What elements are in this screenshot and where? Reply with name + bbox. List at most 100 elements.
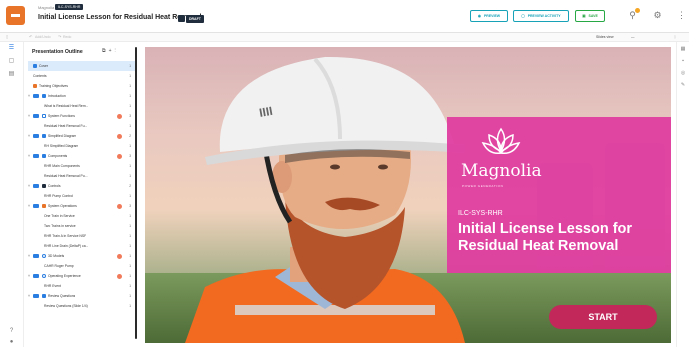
outline-title: Presentation Outline <box>32 49 83 55</box>
warning-badge <box>117 203 122 209</box>
worker-photo-illustration: IIII <box>185 56 465 343</box>
app-logo-icon[interactable] <box>6 6 25 25</box>
flag-icon <box>42 94 46 98</box>
folder-icon <box>33 134 39 138</box>
folder-icon <box>33 94 39 98</box>
warning-badge <box>117 113 122 119</box>
warning-badge <box>117 273 122 279</box>
outline-icon[interactable]: ☰ <box>8 45 15 52</box>
list-item[interactable]: Training Objectives 1 <box>28 81 135 91</box>
chevron-down-icon[interactable]: ˅ <box>28 204 32 208</box>
grid-icon[interactable]: ▦ <box>680 46 686 52</box>
page-title: Initial License Lesson for Residual Heat… <box>38 14 202 21</box>
collapse-icon[interactable]: ▯ <box>6 34 8 39</box>
operations-icon <box>42 204 46 208</box>
list-item[interactable]: Two Trains in service 1 <box>28 221 135 231</box>
chevron-down-icon[interactable]: ˅ <box>28 94 32 98</box>
list-item[interactable]: RHR Line Drain (DeltaP) ca... 1 <box>28 241 135 251</box>
list-item[interactable]: ˅ System Operations 3 <box>28 201 135 211</box>
lotus-logo-icon <box>481 127 521 155</box>
undo-label[interactable]: Add/Undo <box>35 35 51 39</box>
chevron-down-icon[interactable]: ˅ <box>28 114 32 118</box>
folder-icon <box>33 254 39 258</box>
help-icon[interactable]: ? <box>8 328 15 335</box>
breadcrumb-tag: ILC-SYS-RHR <box>55 4 84 10</box>
preview-activity-button[interactable]: ▢ PREVIEW ACTIVITY <box>513 10 569 22</box>
list-item[interactable]: RHR Event 1 <box>28 281 135 291</box>
list-item[interactable]: Residual Heat Removal Pu... 1 <box>28 171 135 181</box>
redo-label[interactable]: Redo <box>63 35 71 39</box>
list-item[interactable]: RHR Pump Control 1 <box>28 191 135 201</box>
preview-button[interactable]: ◉ PREVIEW <box>470 10 508 22</box>
folder-icon <box>33 184 39 188</box>
document-icon: ▢ <box>521 14 525 18</box>
list-item[interactable]: ˅ 3D Models 1 <box>28 251 135 261</box>
layers-icon[interactable]: ◎ <box>680 70 686 76</box>
title-card: Magnolia POWER GENERATION ILC-SYS-RHR In… <box>447 117 671 273</box>
list-item[interactable]: RHR Train A in Service NSF 1 <box>28 231 135 241</box>
list-item[interactable]: What is Residual Heat Rem... 1 <box>28 101 135 111</box>
settings-icon[interactable]: ⚙ <box>652 10 663 21</box>
chevron-down-icon[interactable]: ˅ <box>28 154 32 158</box>
folder-icon <box>33 294 39 298</box>
preview-activity-label: PREVIEW ACTIVITY <box>527 14 561 18</box>
list-item[interactable]: ˅ Components 3 <box>28 151 135 161</box>
list-item[interactable]: ˅ Operating Experience 1 <box>28 271 135 281</box>
preview-label: PREVIEW <box>483 14 501 18</box>
folder-icon <box>33 154 39 158</box>
save-button[interactable]: ▣ SAVE <box>575 10 605 22</box>
folder-icon <box>33 204 39 208</box>
save-icon: ▣ <box>582 14 586 18</box>
brand-tagline: POWER GENERATION <box>462 184 504 188</box>
list-item[interactable]: ˅ Introduction 1 <box>28 91 135 101</box>
list-item[interactable]: ˅ Review Questions 1 <box>28 291 135 301</box>
slide-canvas[interactable]: IIII Magnolia POWER GENERATION ILC-SYS-R… <box>145 47 671 343</box>
list-item[interactable]: RH Simplified Diagram 1 <box>28 141 135 151</box>
list-item[interactable]: CAHR Ruger Pump 1 <box>28 261 135 271</box>
lesson-title: Initial License Lesson for Residual Heat… <box>458 221 633 254</box>
chevron-down-icon[interactable]: ˅ <box>28 254 32 258</box>
list-item[interactable]: Residual Heat Removal Fu... 1 <box>28 121 135 131</box>
chevron-down-icon[interactable]: — <box>631 35 635 39</box>
redo-icon[interactable]: ↷ <box>58 34 61 39</box>
home-icon <box>33 64 37 68</box>
list-item[interactable]: RHR Main Components 1 <box>28 161 135 171</box>
more-icon[interactable]: ⋮ <box>676 10 687 21</box>
list-item[interactable]: Cover 1 <box>28 61 135 71</box>
edit-title-icon[interactable] <box>178 15 185 22</box>
folder-icon <box>33 114 39 118</box>
chevron-down-icon[interactable]: ˅ <box>28 274 32 278</box>
components-icon <box>42 154 46 158</box>
user-icon[interactable]: ● <box>8 339 15 346</box>
diagram-icon <box>42 134 46 138</box>
breadcrumb[interactable]: Magnolia <box>38 5 54 10</box>
brand-name: Magnolia <box>461 161 542 181</box>
outline-list: Cover 1 Contents 1 Training Objectives 1… <box>28 61 135 311</box>
outline-actions[interactable]: ⧉+⋮ <box>102 48 119 54</box>
list-item[interactable]: ˅ Controls 2 <box>28 181 135 191</box>
outline-scrollbar[interactable] <box>135 47 137 339</box>
list-item[interactable]: One Train in Service 1 <box>28 211 135 221</box>
notification-dot <box>635 8 640 13</box>
list-item[interactable]: ˅ Simplified Diagram 2 <box>28 131 135 141</box>
cube-icon <box>42 254 46 258</box>
media-icon[interactable]: ▤ <box>8 71 15 78</box>
undo-icon[interactable]: ↶ <box>29 34 32 39</box>
controls-icon <box>42 184 46 188</box>
brush-icon[interactable]: ✎ <box>680 82 686 88</box>
eye-icon: ◉ <box>477 14 481 18</box>
page-icon[interactable]: ▢ <box>8 58 15 65</box>
start-button[interactable]: START <box>549 305 657 329</box>
chevron-down-icon[interactable]: ˅ <box>28 294 32 298</box>
chevron-down-icon[interactable]: ˅ <box>28 134 32 138</box>
list-item[interactable]: Contents 1 <box>28 71 135 81</box>
list-item[interactable]: ˅ System Functions 3 <box>28 111 135 121</box>
question-icon <box>42 294 46 298</box>
list-item[interactable]: Review Questions (Slide 1/4) 1 <box>28 301 135 311</box>
chevron-down-icon[interactable]: ˅ <box>28 184 32 188</box>
view-selector[interactable]: Slides view <box>596 35 614 39</box>
file-icon[interactable]: ▪ <box>680 58 686 64</box>
helmet-text: IIII <box>258 104 274 120</box>
toolbar-right-icon[interactable]: ▯ <box>674 35 676 39</box>
warning-badge <box>117 253 122 259</box>
